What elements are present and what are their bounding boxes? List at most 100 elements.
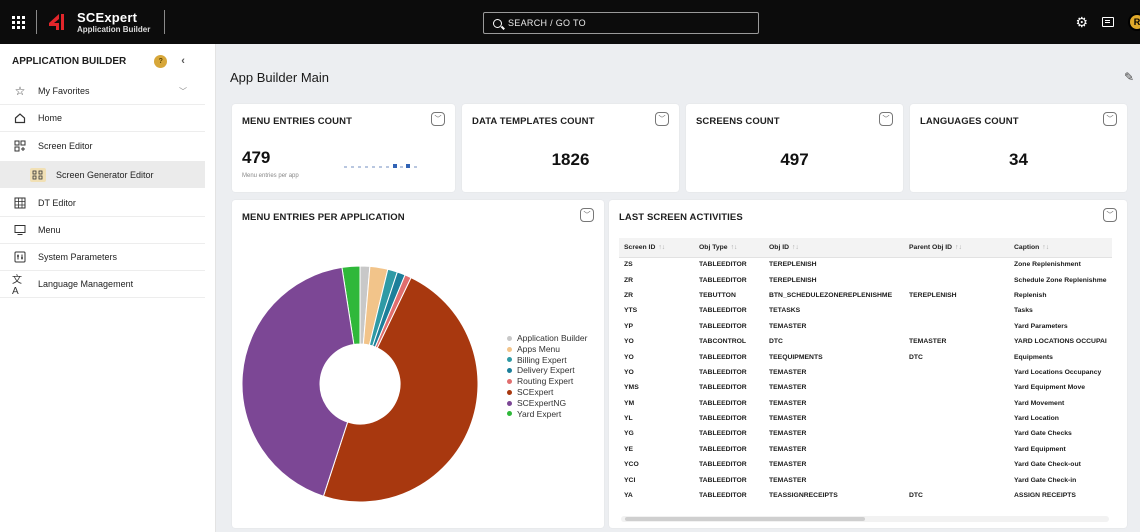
table-cell [904,442,1009,457]
sidebar-item-my-favorites[interactable]: ☆ My Favorites ﹀ [0,78,205,105]
sort-icon[interactable]: ↑↓ [658,244,665,251]
column-header[interactable]: Obj Type ↑↓ [694,238,764,258]
app-grid-icon[interactable] [0,0,36,44]
sidebar-item-screen-generator-editor[interactable]: Screen Generator Editor [0,161,205,188]
table-cell: TABLEEDITOR [699,492,747,500]
help-badge-icon[interactable]: ? [154,54,168,68]
card-title: SCREENS COUNT [696,116,780,127]
brand-logo[interactable]: SCExpert Application Builder [47,11,150,34]
activities-table-container[interactable]: Screen ID ↑↓ Obj Type ↑↓ Obj ID ↑↓ Parent Obj … [619,238,1112,520]
column-header[interactable]: Parent Obj ID ↑↓ [904,238,1009,258]
table-cell: TEMASTER [769,415,807,423]
card-note: Menu entries per app [242,173,299,179]
collapse-icon[interactable]: ‹ [181,55,185,67]
table-cell: YO [624,338,634,346]
table-cell: TABLEEDITOR [699,430,747,438]
sidebar-item-dt-editor[interactable]: DT Editor [0,190,205,217]
table-row[interactable]: YL TABLEEDITOR TEMASTER Yard Location [619,411,1112,426]
table-cell: Yard Gate Check-out [1014,461,1081,469]
table-cell: YCO [624,461,639,469]
table-row[interactable]: YP TABLEEDITOR TEMASTER Yard Parameters [619,319,1112,334]
table-cell: Yard Gate Checks [1014,430,1072,438]
sidebar-item-label: Menu [38,225,61,235]
chevron-down-icon[interactable]: ﹀ [1103,112,1117,126]
chevron-down-icon[interactable]: ﹀ [431,112,445,126]
table-row[interactable]: YMS TABLEEDITOR TEMASTER Yard Equipment Mov… [619,380,1112,395]
table-cell: Yard Locations Occupancy [1014,368,1102,376]
table-cell: YO [624,353,634,361]
table-row[interactable]: YM TABLEEDITOR TEMASTER Yard Movement [619,396,1112,411]
table-row[interactable]: ZR TABLEEDITOR TEREPLENISH Schedule Zone Re… [619,272,1112,287]
table-cell: TABLEEDITOR [699,399,747,407]
legend-item[interactable]: Billing Expert [507,355,587,366]
legend-item[interactable]: Delivery Expert [507,365,587,376]
chevron-down-icon[interactable]: ﹀ [879,112,893,126]
legend-swatch [507,389,512,395]
table-cell: TEBUTTON [699,291,736,299]
sidebar-item-system-parameters[interactable]: System Parameters [0,244,205,271]
language-icon: 文A [12,275,22,297]
screen-editor-icon [12,138,28,154]
table-cell: TABCONTROL [699,338,747,346]
table-row[interactable]: YCI TABLEEDITOR TEMASTER Yard Gate Check-in [619,472,1112,487]
chat-icon[interactable] [1102,17,1114,27]
sidebar-item-language-management[interactable]: 文A Language Management [0,271,205,298]
search-input[interactable]: SEARCH / GO TO [483,12,759,34]
table-cell: YMS [624,384,639,392]
legend-item[interactable]: Application Builder [507,333,587,344]
table-cell: DTC [769,338,783,346]
avatar[interactable]: R [1128,13,1140,31]
table-cell [904,272,1009,287]
legend-swatch [507,335,512,341]
column-header[interactable]: Screen ID ↑↓ [619,238,694,258]
table-row[interactable]: ZR TEBUTTON BTN_SCHEDULEZONEREPLENISHME TER… [619,288,1112,303]
card-title: LAST SCREEN ACTIVITIES [619,212,743,223]
horizontal-scrollbar[interactable] [621,516,1109,522]
table-row[interactable]: YE TABLEEDITOR TEMASTER Yard Equipment [619,442,1112,457]
sidebar-title: APPLICATION BUILDER [12,55,127,67]
languages-value: 34 [1009,150,1028,169]
legend-item[interactable]: SCExpert [507,387,587,398]
sidebar-item-home[interactable]: Home [0,105,205,132]
scrollbar-thumb[interactable] [625,517,865,521]
sidebar-item-menu[interactable]: Menu [0,217,205,244]
activities-card: LAST SCREEN ACTIVITIES ﹀ Screen ID ↑↓ Obj … [609,200,1127,528]
column-header[interactable]: Caption ↑↓ [1009,238,1112,258]
sidebar-item-screen-editor[interactable]: Screen Editor [0,132,215,159]
table-row[interactable]: ZS TABLEEDITOR TEREPLENISH Zone Replenishme… [619,257,1112,272]
legend-label: Billing Expert [517,354,567,365]
legend-item[interactable]: Routing Expert [507,376,587,387]
sort-icon[interactable]: ↑↓ [731,244,738,251]
chevron-down-icon[interactable]: ﹀ [1103,208,1117,222]
table-cell: TEMASTER [769,322,807,330]
gear-icon[interactable]: ⚙ [1075,14,1088,31]
sidebar-item-label: Home [38,113,63,123]
table-row[interactable]: YA TABLEEDITOR TEASSIGNRECEIPTS DTC ASSIGN R… [619,488,1112,503]
edit-icon[interactable]: ✎ [1124,70,1134,84]
sidebar-item-label: Screen Generator Editor [56,169,154,180]
table-row[interactable]: YG TABLEEDITOR TEMASTER Yard Gate Checks [619,426,1112,441]
column-header-label: Caption [1014,243,1040,251]
sort-icon[interactable]: ↑↓ [955,244,962,251]
chevron-down-icon[interactable]: ﹀ [655,112,669,126]
table-row[interactable]: YTS TABLEEDITOR TETASKS Tasks [619,303,1112,318]
legend-label: Apps Menu [517,343,560,354]
table-cell: TEMASTER [769,476,807,484]
table-row[interactable]: YCO TABLEEDITOR TEMASTER Yard Gate Check-ou… [619,457,1112,472]
table-cell: YARD LOCATIONS OCCUPAI [1014,338,1107,346]
sort-icon[interactable]: ↑↓ [1042,244,1049,251]
table-row[interactable]: YO TABLEEDITOR TEMASTER Yard Locations Occu… [619,365,1112,380]
legend-item[interactable]: Apps Menu [507,344,587,355]
chevron-down-icon[interactable]: ﹀ [179,86,187,97]
menu-entries-value: 479 [242,148,271,167]
legend-item[interactable]: SCExpertNG [507,398,587,409]
legend-swatch [507,346,512,352]
table-row[interactable]: YO TABCONTROL DTC TEMASTER YARD LOCATIONS OC… [619,334,1112,349]
table-cell [904,396,1009,411]
sort-icon[interactable]: ↑↓ [792,244,799,251]
table-row[interactable]: YO TABLEEDITOR TEEQUIPMENTS DTC Equipments [619,349,1112,364]
legend-item[interactable]: Yard Expert [507,409,587,420]
column-header[interactable]: Obj ID ↑↓ [764,238,904,258]
table-cell: YP [624,322,634,330]
table-cell: TABLEEDITOR [699,445,747,453]
